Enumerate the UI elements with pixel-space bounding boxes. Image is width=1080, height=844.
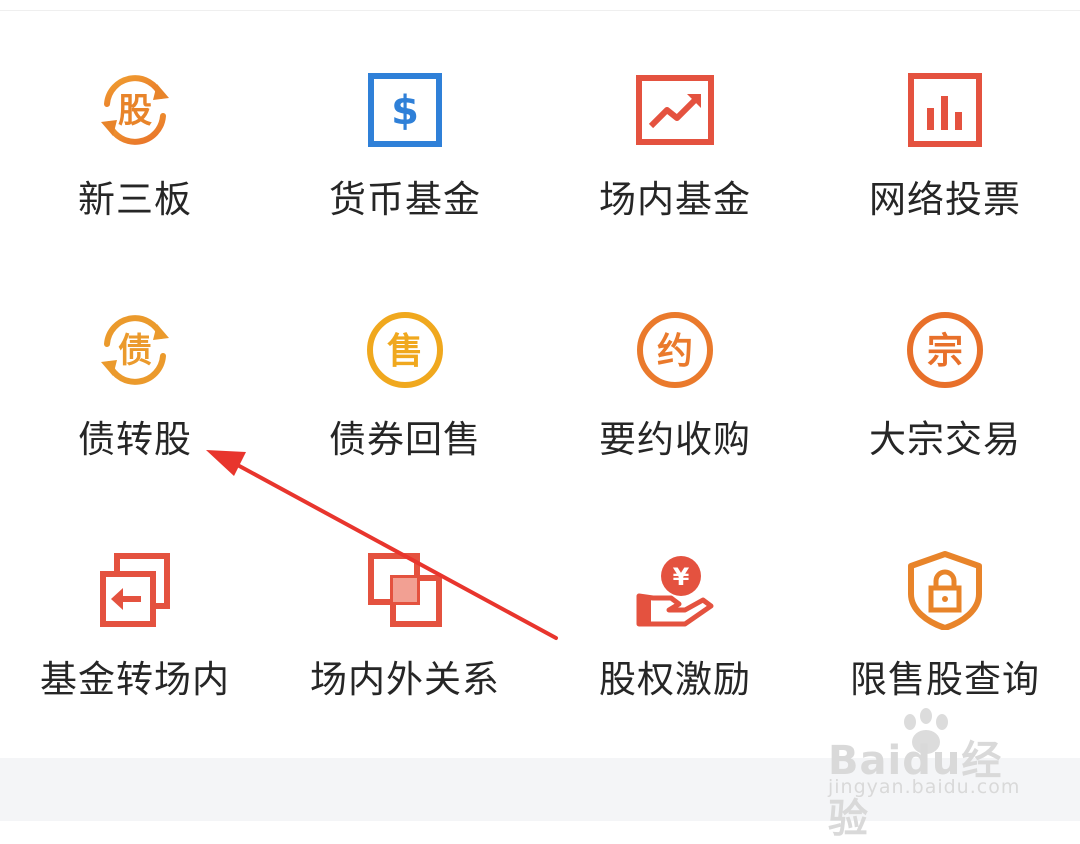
tile-label: 股权激励	[599, 658, 751, 701]
tile-bond-putback[interactable]: 售 债券回售	[270, 270, 540, 510]
offer-circle-icon: 约	[635, 310, 715, 390]
sell-circle-icon: 售	[365, 310, 445, 390]
tile-debt-to-equity[interactable]: 债 债转股	[0, 270, 270, 510]
bottom-band	[0, 758, 1080, 821]
overlap-squares-icon	[365, 550, 445, 630]
icon-glyph: ¥	[673, 563, 690, 591]
tile-fund-to-exchange[interactable]: 基金转场内	[0, 510, 270, 750]
trend-chart-icon	[635, 70, 715, 150]
tile-equity-incentive[interactable]: ¥ 股权激励	[540, 510, 810, 750]
icon-glyph: 售	[387, 331, 423, 372]
tile-label: 场内基金	[599, 178, 751, 221]
icon-glyph: 宗	[927, 330, 963, 372]
tile-label: 要约收购	[599, 418, 751, 461]
icon-glyph: 债	[118, 331, 152, 371]
icon-glyph: $	[391, 88, 419, 134]
tile-new-third-board[interactable]: 股 新三板	[0, 30, 270, 270]
rotating-bond-icon: 债	[95, 310, 175, 390]
tile-label: 场内外关系	[310, 658, 500, 701]
icon-glyph: 约	[657, 331, 693, 372]
tile-label: 债转股	[78, 418, 192, 461]
tile-label: 货币基金	[329, 178, 481, 221]
tile-block-trade[interactable]: 宗 大宗交易	[810, 270, 1080, 510]
dollar-box-icon: $	[365, 70, 445, 150]
tile-label: 大宗交易	[869, 418, 1021, 461]
tile-label: 债券回售	[329, 418, 481, 461]
tile-online-voting[interactable]: 网络投票	[810, 30, 1080, 270]
yen-hand-icon: ¥	[635, 550, 715, 630]
tile-label: 限售股查询	[850, 658, 1040, 701]
bar-chart-icon	[905, 70, 985, 150]
tile-money-fund[interactable]: $ 货币基金	[270, 30, 540, 270]
rotating-stock-icon: 股	[95, 70, 175, 150]
block-trade-circle-icon: 宗	[905, 310, 985, 390]
icon-glyph: 股	[118, 91, 152, 131]
tile-tender-offer[interactable]: 约 要约收购	[540, 270, 810, 510]
feature-grid: 股 新三板 $ 货币基金 场内基金 网络投票 债 债转股 售 债券回售 约 要约…	[0, 0, 1080, 758]
tile-restricted-shares[interactable]: 限售股查询	[810, 510, 1080, 750]
lock-shield-icon	[905, 550, 985, 630]
tile-label: 基金转场内	[40, 658, 230, 701]
transfer-in-icon	[95, 550, 175, 630]
tile-label: 新三板	[78, 178, 192, 221]
tile-label: 网络投票	[869, 178, 1021, 221]
tile-exchange-fund[interactable]: 场内基金	[540, 30, 810, 270]
tile-onoff-exchange[interactable]: 场内外关系	[270, 510, 540, 750]
